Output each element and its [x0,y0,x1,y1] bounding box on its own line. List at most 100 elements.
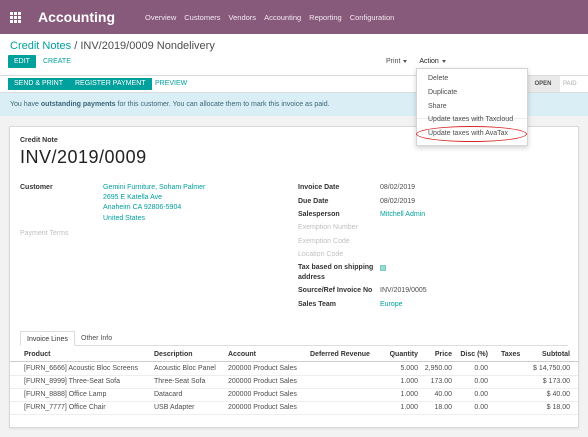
table-row[interactable]: [FURN_8888] Office Lamp Datacard 200000 … [10,389,578,402]
due-date-label: Due Date [298,198,329,205]
sales-team-value[interactable]: Europe [380,301,403,308]
invoice-lines-header: Product Description Account Deferred Rev… [10,349,578,362]
cell-product: [FURN_6666] Acoustic Bloc Screens [24,365,138,372]
action-update-taxes-taxcloud[interactable]: Update taxes with Taxcloud [428,116,513,123]
edit-button[interactable]: EDIT [8,55,36,68]
menu-vendors[interactable]: Vendors [229,13,257,22]
menu-overview[interactable]: Overview [145,13,176,22]
due-date-value: 08/02/2019 [380,198,416,205]
alert-suffix: for this customer. You can allocate them… [115,101,330,108]
col-taxes[interactable]: Taxes [501,351,520,358]
source-ref-label: Source/Ref Invoice No [298,287,373,294]
preview-button[interactable]: PREVIEW [149,78,193,90]
invoice-date-label: Invoice Date [298,184,340,191]
document-name: INV/2019/0009 [20,147,147,167]
cell-subtotal: $ 173.00 [542,378,570,385]
print-dropdown[interactable]: Print [386,58,408,65]
table-row[interactable]: [FURN_6666] Acoustic Bloc Screens Acoust… [10,363,578,376]
breadcrumb-parent-link[interactable]: Credit Notes [10,40,71,52]
cell-subtotal: $ 40.00 [546,391,570,398]
menu-reporting[interactable]: Reporting [309,13,342,22]
action-share[interactable]: Share [428,103,447,110]
cell-account: 200000 Product Sales [228,391,297,398]
apps-grid-icon[interactable] [10,11,21,23]
cell-subtotal: $ 18.00 [546,404,570,411]
action-delete[interactable]: Delete [428,75,448,82]
customer-name[interactable]: Gemini Furniture, Soham Palmer [103,184,205,191]
invoice-date-value: 08/02/2019 [380,184,416,191]
cell-disc: 0.00 [474,365,488,372]
print-action-group: Print Action [386,55,446,68]
menu-configuration[interactable]: Configuration [350,13,395,22]
stage-paid[interactable]: PAID [563,76,577,92]
table-row[interactable]: [FURN_8999] Three-Seat Sofa Three-Seat S… [10,376,578,389]
col-account[interactable]: Account [228,351,256,358]
cell-product: [FURN_8999] Three-Seat Sofa [24,378,120,385]
cell-account: 200000 Product Sales [228,378,297,385]
cell-description: Acoustic Bloc Panel [154,365,216,372]
customer-label: Customer [20,184,53,191]
exemption-number-label: Exemption Number [298,224,358,231]
app-name: Accounting [38,9,115,25]
action-duplicate[interactable]: Duplicate [428,89,457,96]
col-description[interactable]: Description [154,351,193,358]
col-deferred-revenue[interactable]: Deferred Revenue [310,351,370,358]
form-sheet: Credit Note INV/2019/0009 Customer Gemin… [9,126,579,428]
cell-price: 18.00 [434,404,452,411]
cell-product: [FURN_8888] Office Lamp [24,391,107,398]
cell-account: 200000 Product Sales [228,365,297,372]
highlight-annotation-ellipse [416,126,527,142]
cell-account: 200000 Product Sales [228,404,297,411]
cell-description: Datacard [154,391,183,398]
create-button[interactable]: CREATE [43,55,71,68]
top-navbar: Accounting Overview Customers Vendors Ac… [0,0,588,34]
col-quantity[interactable]: Quantity [380,351,418,358]
payment-terms-label: Payment Terms [20,230,69,237]
location-code-label: Location Code [298,251,344,258]
source-ref-value: INV/2019/0005 [380,287,427,294]
alert-bold: outstanding payments [40,101,116,108]
cell-price: 40.00 [434,391,452,398]
col-price[interactable]: Price [420,351,452,358]
breadcrumb-separator: / [71,40,81,52]
print-label: Print [386,58,401,65]
chevron-down-icon [441,59,446,63]
salesperson-label: Salesperson [298,211,340,218]
cell-description: USB Adapter [154,404,195,411]
table-row[interactable]: [FURN_7777] Office Chair USB Adapter 200… [10,402,578,415]
chevron-down-icon [403,59,408,63]
menu-customers[interactable]: Customers [184,13,220,22]
breadcrumb-current: INV/2019/0009 Nondelivery [80,40,215,52]
col-disc[interactable]: Disc (%) [456,351,488,358]
col-product[interactable]: Product [24,351,50,358]
cell-price: 173.00 [430,378,452,385]
salesperson-value[interactable]: Mitchell Admin [380,211,425,218]
customer-address-line[interactable]: Anaheim CA 92806-5904 [103,204,181,211]
cell-disc: 0.00 [474,378,488,385]
cell-price: 2,950.00 [424,365,452,372]
cell-description: Three-Seat Sofa [154,378,206,385]
breadcrumb: Credit Notes / INV/2019/0009 Nondelivery [10,40,215,52]
send-print-button[interactable]: SEND & PRINT [8,78,70,90]
stage-open[interactable]: OPEN [526,76,560,92]
menu-accounting[interactable]: Accounting [264,13,301,22]
alert-prefix: You have [10,101,41,108]
cell-disc: 0.00 [474,391,488,398]
cell-product: [FURN_7777] Office Chair [24,404,106,411]
register-payment-button[interactable]: REGISTER PAYMENT [69,78,152,90]
exemption-code-label: Exemption Code [298,238,350,245]
cell-subtotal: $ 14,750.00 [533,365,570,372]
action-dropdown[interactable]: Action [419,58,446,65]
cell-disc: 0.00 [474,404,488,411]
col-subtotal[interactable]: Subtotal [526,351,570,358]
tab-other-info[interactable]: Other Info [75,331,118,346]
customer-address-line[interactable]: 2695 E Katella Ave [103,194,162,201]
tax-shipping-label: Tax based on shipping [298,264,374,271]
tab-invoice-lines[interactable]: Invoice Lines [20,331,75,346]
action-label: Action [419,58,439,65]
tax-shipping-checkbox [380,265,386,271]
tax-shipping-label-cont: address [298,274,325,281]
sales-team-label: Sales Team [298,301,337,308]
customer-address-line[interactable]: United States [103,215,145,222]
document-type: Credit Note [20,137,58,144]
